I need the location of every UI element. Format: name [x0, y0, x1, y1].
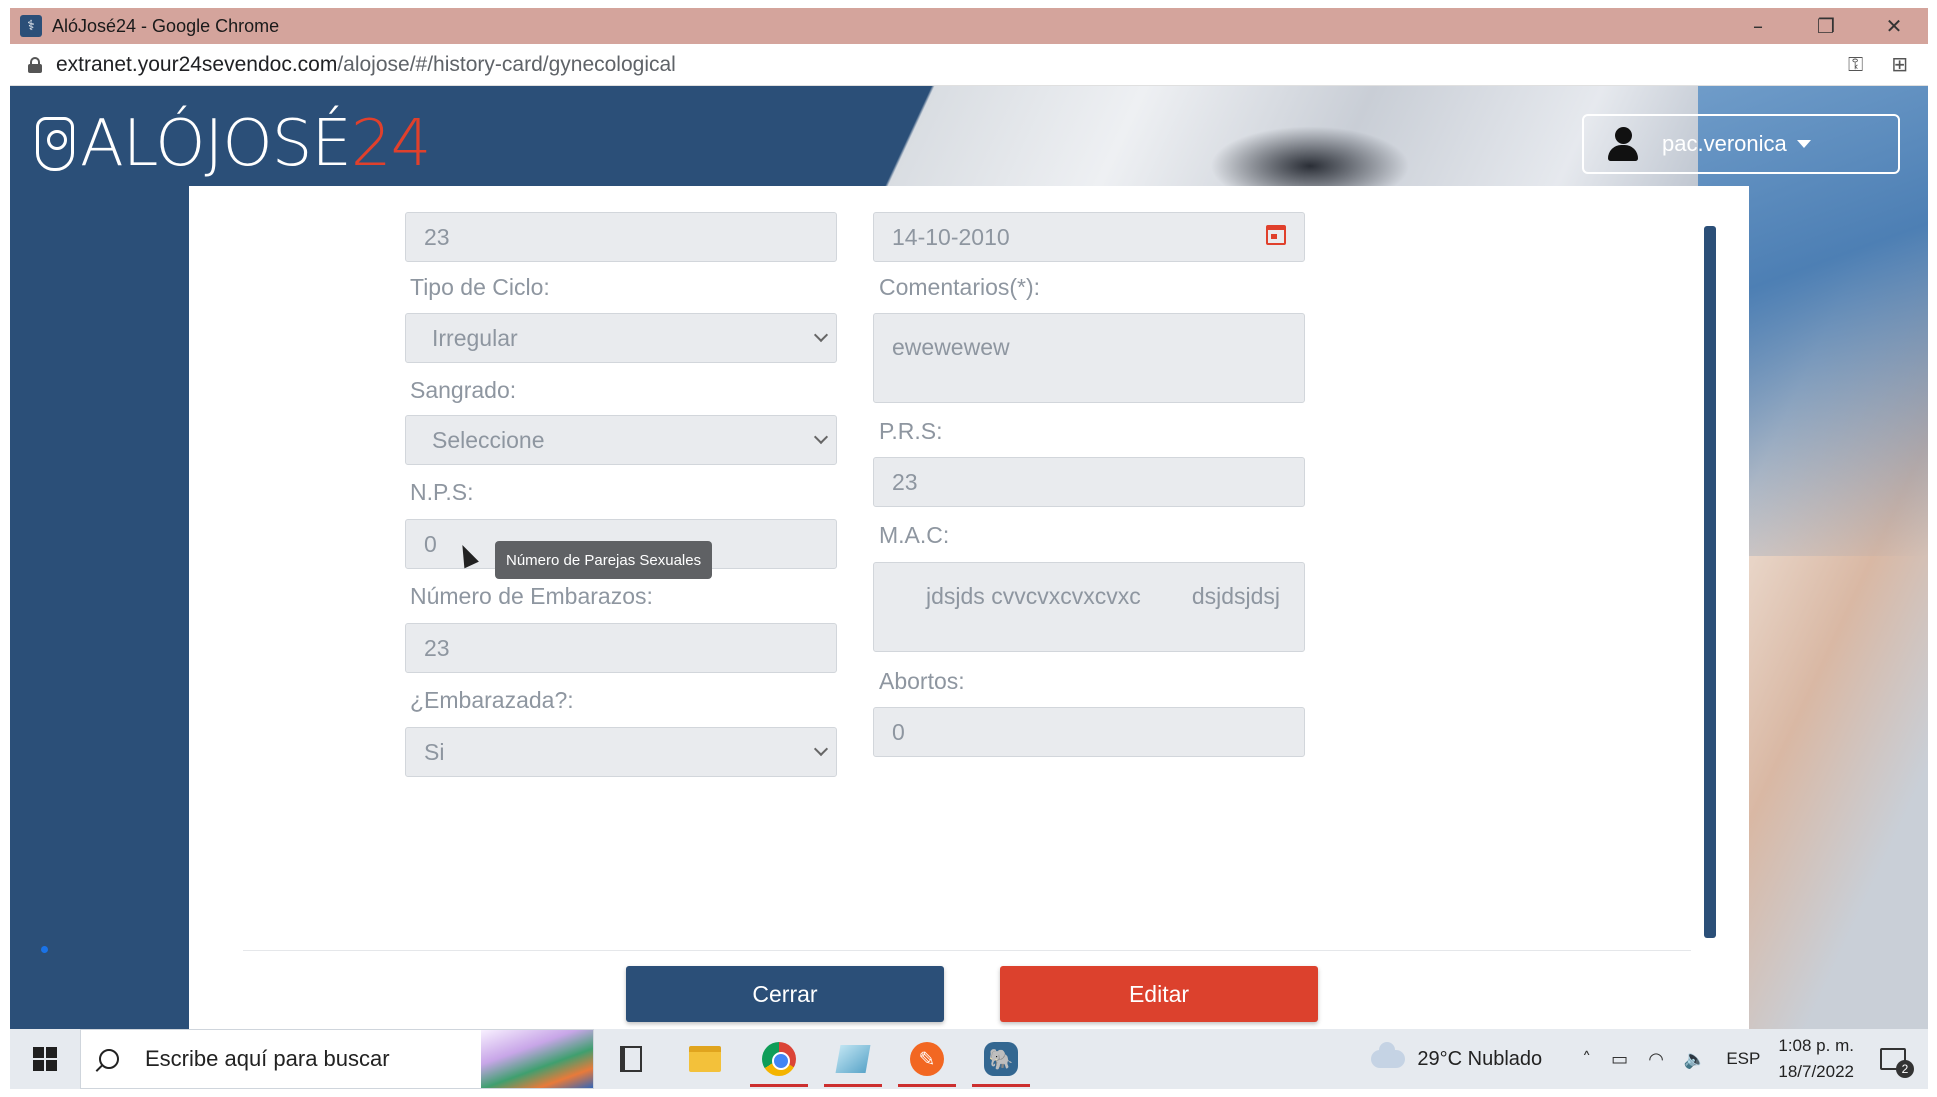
- elephant-app-icon: 🐘: [984, 1042, 1018, 1076]
- editor-taskbar-button[interactable]: ✎: [890, 1029, 964, 1089]
- abortos-label: Abortos:: [879, 668, 965, 694]
- search-icon: [99, 1049, 119, 1069]
- fum-date-field[interactable]: 14-10-2010: [873, 212, 1305, 262]
- windows-logo-icon: [33, 1047, 57, 1071]
- chrome-icon: [762, 1042, 796, 1076]
- search-placeholder: Escribe aquí para buscar: [145, 1046, 390, 1071]
- user-avatar-icon: [1608, 127, 1638, 161]
- wifi-icon[interactable]: ◠: [1648, 1049, 1664, 1070]
- lock-icon[interactable]: [28, 56, 42, 73]
- prs-label: P.R.S:: [879, 418, 943, 444]
- windows-taskbar: Escribe aquí para buscar ✎ 🐘 29°C Nublad…: [10, 1029, 1928, 1089]
- translate-icon[interactable]: ⊞: [1891, 52, 1908, 76]
- tipo-ciclo-label: Tipo de Ciclo:: [410, 274, 550, 300]
- address-bar-actions: ⚿ ⊞: [1848, 52, 1908, 76]
- embarazada-select[interactable]: Si: [405, 727, 837, 777]
- chevron-down-icon: [813, 429, 829, 445]
- close-window-button[interactable]: ✕: [1860, 8, 1928, 44]
- user-menu-button[interactable]: pac.veronica: [1582, 114, 1900, 174]
- taskbar-search[interactable]: Escribe aquí para buscar: [80, 1029, 594, 1089]
- url-host: extranet.your24sevendoc.com: [56, 52, 338, 76]
- address-bar[interactable]: extranet.your24sevendoc.com/alojose/#/hi…: [10, 44, 1928, 86]
- volume-icon[interactable]: 🔈: [1684, 1049, 1706, 1070]
- clock-time: 1:08 p. m.: [1778, 1036, 1854, 1055]
- sangrado-label: Sangrado:: [410, 377, 517, 403]
- url-path: /alojose/#/history-card/gynecological: [337, 52, 676, 76]
- search-highlight-image: [481, 1030, 593, 1088]
- postgres-taskbar-button[interactable]: 🐘: [964, 1029, 1038, 1089]
- minimize-button[interactable]: –: [1724, 8, 1792, 44]
- weather-text[interactable]: 29°C Nublado: [1417, 1048, 1542, 1071]
- close-button[interactable]: Cerrar: [626, 966, 944, 1022]
- gynecological-history-modal: 23 Tipo de Ciclo: Irregular Sangrado: Se…: [189, 186, 1749, 1029]
- modal-footer-divider: [243, 950, 1691, 951]
- nps-tooltip: Número de Parejas Sexuales: [495, 541, 713, 579]
- embarazos-label: Número de Embarazos:: [410, 583, 653, 609]
- file-explorer-button[interactable]: [668, 1029, 742, 1089]
- sangrado-select[interactable]: Seleccione: [405, 415, 837, 465]
- clock-date: 18/7/2022: [1778, 1062, 1854, 1081]
- url-text[interactable]: extranet.your24sevendoc.com/alojose/#/hi…: [56, 53, 676, 77]
- edit-button[interactable]: Editar: [1000, 966, 1318, 1022]
- notification-center-icon[interactable]: 2: [1880, 1048, 1914, 1078]
- system-tray: 29°C Nublado ˄ ▭ ◠ 🔈 ESP 1:08 p. m. 18/7…: [1371, 1029, 1928, 1089]
- task-view-icon: [620, 1046, 642, 1072]
- comentarios-label: Comentarios(*):: [879, 274, 1041, 300]
- chevron-down-icon: [813, 741, 829, 757]
- site-favicon-icon: ⚕: [20, 15, 42, 37]
- user-name: pac.veronica: [1662, 131, 1787, 156]
- caret-down-icon: [1796, 140, 1811, 148]
- nps-label: N.P.S:: [410, 479, 474, 505]
- notification-count-badge: 2: [1896, 1060, 1914, 1078]
- battery-icon[interactable]: ▭: [1611, 1049, 1628, 1070]
- modal-scrollbar[interactable]: [1704, 226, 1716, 938]
- window-controls: – ❐ ✕: [1724, 8, 1928, 44]
- restore-button[interactable]: ❐: [1792, 8, 1860, 44]
- system-clock[interactable]: 1:08 p. m. 18/7/2022: [1778, 1033, 1854, 1085]
- stethoscope-phone-icon: [36, 117, 74, 171]
- language-indicator[interactable]: ESP: [1726, 1049, 1760, 1069]
- chevron-down-icon: [813, 327, 829, 343]
- notes-taskbar-button[interactable]: [816, 1029, 890, 1089]
- tipo-ciclo-select[interactable]: Irregular: [405, 313, 837, 363]
- task-view-button[interactable]: [594, 1029, 668, 1089]
- embarazada-label: ¿Embarazada?:: [410, 687, 574, 713]
- top-left-field[interactable]: 23: [405, 212, 837, 262]
- folder-icon: [689, 1046, 721, 1072]
- sangrado-value: Seleccione: [432, 426, 545, 453]
- chevron-up-icon[interactable]: ˄: [1582, 1049, 1591, 1070]
- notes-app-icon: [835, 1045, 871, 1073]
- mac-textarea[interactable]: jdsjds cvvcvxcvxcvxc dsjdsjdsj: [873, 562, 1305, 652]
- app-logo[interactable]: ALÓJOSÉ24: [36, 107, 431, 181]
- logo-text: ALÓJOSÉ24: [80, 107, 431, 181]
- abortos-field[interactable]: 0: [873, 707, 1305, 757]
- key-icon[interactable]: ⚿: [1848, 52, 1863, 76]
- window-title: AlóJosé24 - Google Chrome: [52, 15, 280, 36]
- mac-label: M.A.C:: [879, 522, 950, 548]
- pen-app-icon: ✎: [910, 1042, 944, 1076]
- browser-title-bar: ⚕ AlóJosé24 - Google Chrome – ❐ ✕: [10, 8, 1928, 44]
- chrome-taskbar-button[interactable]: [742, 1029, 816, 1089]
- embarazada-value: Si: [424, 738, 445, 765]
- start-button[interactable]: [10, 1029, 80, 1089]
- embarazos-field[interactable]: 23: [405, 623, 837, 673]
- comentarios-textarea[interactable]: ewewewew: [873, 313, 1305, 403]
- cloudy-weather-icon: [1371, 1042, 1406, 1068]
- calendar-icon[interactable]: [1266, 225, 1286, 245]
- tipo-ciclo-value: Irregular: [432, 324, 518, 351]
- prs-field[interactable]: 23: [873, 457, 1305, 507]
- sidebar-indicator-dot: [41, 946, 48, 953]
- fum-date-value: 14-10-2010: [892, 223, 1010, 250]
- app-page: ALÓJOSÉ24 pac.veronica 23 Tipo de Ciclo:…: [10, 86, 1928, 1029]
